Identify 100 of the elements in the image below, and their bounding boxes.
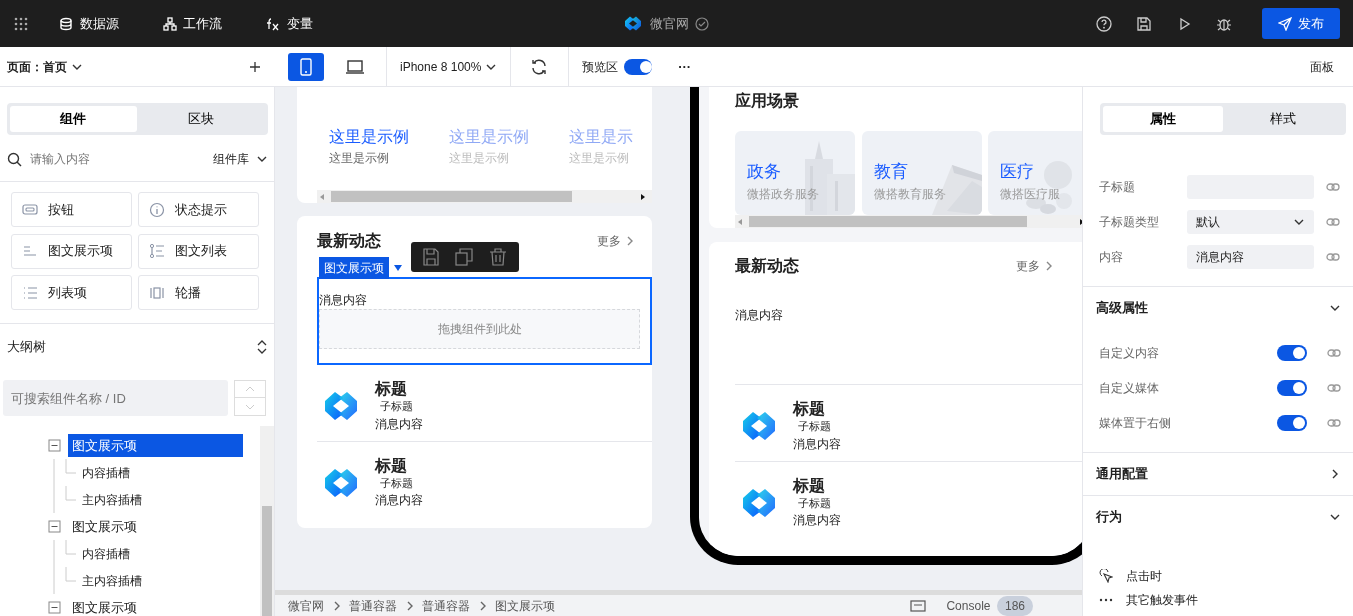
device-toggle[interactable] — [288, 52, 324, 81]
breadcrumb-item[interactable]: 微官网 — [288, 596, 324, 615]
cursor-click-icon — [1099, 569, 1113, 583]
section-header[interactable]: 高级属性 — [1083, 287, 1353, 329]
refresh-icon[interactable] — [530, 57, 549, 76]
field-label: 自定义媒体 — [1099, 379, 1160, 397]
section-header[interactable]: 行为 — [1083, 496, 1353, 538]
select-field[interactable]: 默认 — [1187, 209, 1314, 234]
link-icon[interactable] — [1326, 217, 1340, 226]
link-icon[interactable] — [1326, 182, 1340, 191]
page-selector[interactable]: 页面：首页 — [6, 57, 67, 76]
menu-item[interactable]: 变量 — [266, 13, 313, 34]
more-link[interactable]: 更多 — [596, 232, 636, 250]
link-icon[interactable] — [1327, 383, 1341, 392]
field-label: 自定义内容 — [1099, 344, 1160, 362]
list-icon — [22, 284, 38, 301]
section-title: 最新动态 — [735, 256, 799, 276]
zoom-selector[interactable]: iPhone 8 100% — [386, 46, 511, 87]
event-item[interactable]: 其它触发事件 — [1099, 588, 1353, 612]
tree-node[interactable]: 主内容插槽 — [82, 571, 142, 590]
panel-button[interactable]: 面板 — [1309, 57, 1334, 76]
caret-icon[interactable] — [393, 264, 403, 272]
panel-tab[interactable]: 样式 — [1223, 106, 1343, 132]
section-title: 应用场景 — [734, 91, 800, 111]
save-icon[interactable] — [1135, 15, 1152, 32]
toggle-switch[interactable] — [1277, 379, 1307, 396]
more-button[interactable]: ··· — [665, 56, 705, 77]
trash-icon[interactable] — [489, 248, 507, 266]
menu-item[interactable]: 工作流 — [162, 13, 222, 34]
example-subtitle: 这里是示例 — [569, 150, 630, 167]
console-button[interactable]: Console — [946, 596, 991, 615]
component-item[interactable]: 列表项 — [11, 275, 132, 310]
laptop-icon — [346, 59, 364, 74]
function-icon — [266, 16, 280, 31]
scrollbar[interactable] — [317, 190, 652, 203]
event-item[interactable]: 点击时 — [1099, 564, 1353, 588]
scene-card[interactable]: 教育 微搭教育服务 — [861, 131, 982, 215]
link-icon[interactable] — [1327, 418, 1341, 427]
breadcrumb-item[interactable]: 普通容器 — [422, 596, 470, 615]
component-item[interactable]: 图文展示项 — [11, 233, 132, 269]
item-content: 消息内容 — [375, 415, 423, 433]
phone-icon — [299, 57, 313, 76]
add-icon[interactable] — [248, 60, 261, 73]
item-subtitle: 子标题 — [798, 495, 832, 511]
panel-tab[interactable]: 区块 — [137, 106, 265, 132]
tree-node[interactable]: 内容插槽 — [82, 463, 130, 482]
more-link[interactable]: 更多 — [1015, 257, 1055, 275]
publish-button[interactable]: 发布 — [1261, 7, 1340, 40]
preview-switch[interactable] — [624, 58, 653, 75]
section-header[interactable]: 通用配置 — [1083, 453, 1353, 495]
breadcrumb-item[interactable]: 图文展示项 — [495, 596, 555, 615]
tree-node[interactable]: 内容插槽 — [82, 544, 130, 563]
tree-node[interactable]: 主内容插槽 — [82, 490, 142, 509]
component-tag[interactable]: 图文展示项 — [319, 257, 389, 279]
link-icon[interactable] — [1327, 348, 1341, 357]
example-subtitle: 这里是示例 — [449, 150, 510, 167]
field-label: 媒体置于右侧 — [1099, 414, 1172, 432]
workflow-icon — [162, 16, 177, 31]
outline-search-field[interactable]: 可搜索组件名称 / ID — [3, 380, 228, 416]
item-title: 标题 — [375, 379, 408, 399]
scene-subtitle: 微搭教育服务 — [873, 185, 947, 203]
library-dropdown[interactable]: 组件库 — [213, 150, 268, 168]
component-item[interactable]: 按钮 — [11, 192, 132, 227]
example-title[interactable]: 这里是示例 — [329, 125, 409, 149]
item-title: 标题 — [375, 455, 408, 475]
link-icon[interactable] — [1326, 252, 1340, 261]
tree-node[interactable]: 图文展示项 — [67, 595, 141, 616]
component-item[interactable]: 图文列表 — [138, 233, 259, 269]
panel-tab[interactable]: 属性 — [1103, 106, 1223, 132]
menu-item[interactable]: 数据源 — [59, 13, 119, 34]
example-subtitle: 这里是示例 — [329, 150, 390, 167]
tree-node[interactable]: 图文展示项 — [67, 433, 243, 458]
breadcrumb-item[interactable]: 普通容器 — [349, 596, 397, 615]
toggle-switch[interactable] — [1277, 414, 1307, 431]
item-content: 消息内容 — [375, 492, 423, 510]
scene-card[interactable]: 医疗 微搭医疗服 — [988, 131, 1082, 215]
panel-icon[interactable] — [909, 599, 926, 612]
copy-icon[interactable] — [455, 248, 473, 266]
text-lines-icon — [22, 243, 38, 259]
panel-tab[interactable]: 组件 — [9, 106, 137, 132]
collapse-icon[interactable] — [48, 439, 61, 452]
scene-title: 教育 — [873, 161, 909, 183]
scrollbar[interactable] — [735, 215, 1082, 228]
component-item[interactable]: 状态提示 — [138, 192, 259, 227]
component-item[interactable]: 轮播 — [138, 275, 259, 310]
collapse-icon[interactable] — [48, 601, 61, 614]
item-title: 标题 — [793, 399, 826, 419]
collapse-icon[interactable] — [48, 520, 61, 533]
scrollbar[interactable] — [260, 426, 274, 616]
scene-card[interactable]: 政务 微搭政务服务 — [735, 131, 855, 215]
search-icon — [6, 151, 22, 167]
item-subtitle: 子标题 — [380, 475, 414, 491]
input-field[interactable]: 消息内容 — [1187, 244, 1314, 269]
toggle-switch[interactable] — [1277, 344, 1307, 361]
apps-icon[interactable] — [13, 15, 29, 32]
help-icon[interactable] — [1095, 15, 1112, 32]
tree-node[interactable]: 图文展示项 — [67, 514, 141, 539]
check-circle-icon — [695, 16, 709, 31]
content-text: 消息内容 — [735, 307, 784, 324]
expand-collapse-icon[interactable] — [255, 339, 268, 355]
